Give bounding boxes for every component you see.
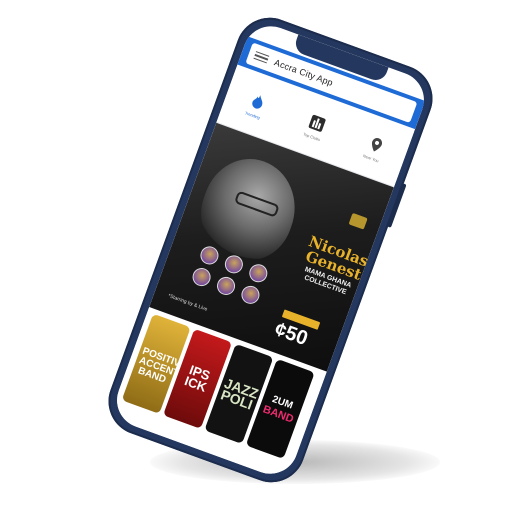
tab-trending-label: Trending (244, 109, 261, 120)
sponsor-logo (348, 212, 368, 230)
map-pin-icon (371, 137, 382, 151)
city-icon (308, 114, 326, 132)
tab-near-you-label: Near You (362, 152, 380, 164)
phone-mockup: Accra City App Trending Top Clubs Near Y… (98, 8, 443, 492)
hamburger-menu-icon[interactable] (253, 50, 270, 64)
artist-avatar (214, 274, 238, 298)
flame-icon (251, 94, 263, 108)
tab-top-clubs-label: Top Clubs (302, 130, 322, 142)
artist-avatar (238, 283, 262, 307)
thumbnail-text: JAZZ POLI (218, 374, 261, 413)
thumbnail-text: POSITIVE ACCENT BAND (136, 345, 189, 386)
thumbnail-text: IPS ICK (182, 362, 213, 395)
artist-avatar (246, 261, 270, 285)
artist-avatar (190, 265, 214, 289)
phone-screen: Accra City App Trending Top Clubs Near Y… (109, 18, 432, 482)
poster-caption: *Starring by & Live (167, 292, 209, 313)
